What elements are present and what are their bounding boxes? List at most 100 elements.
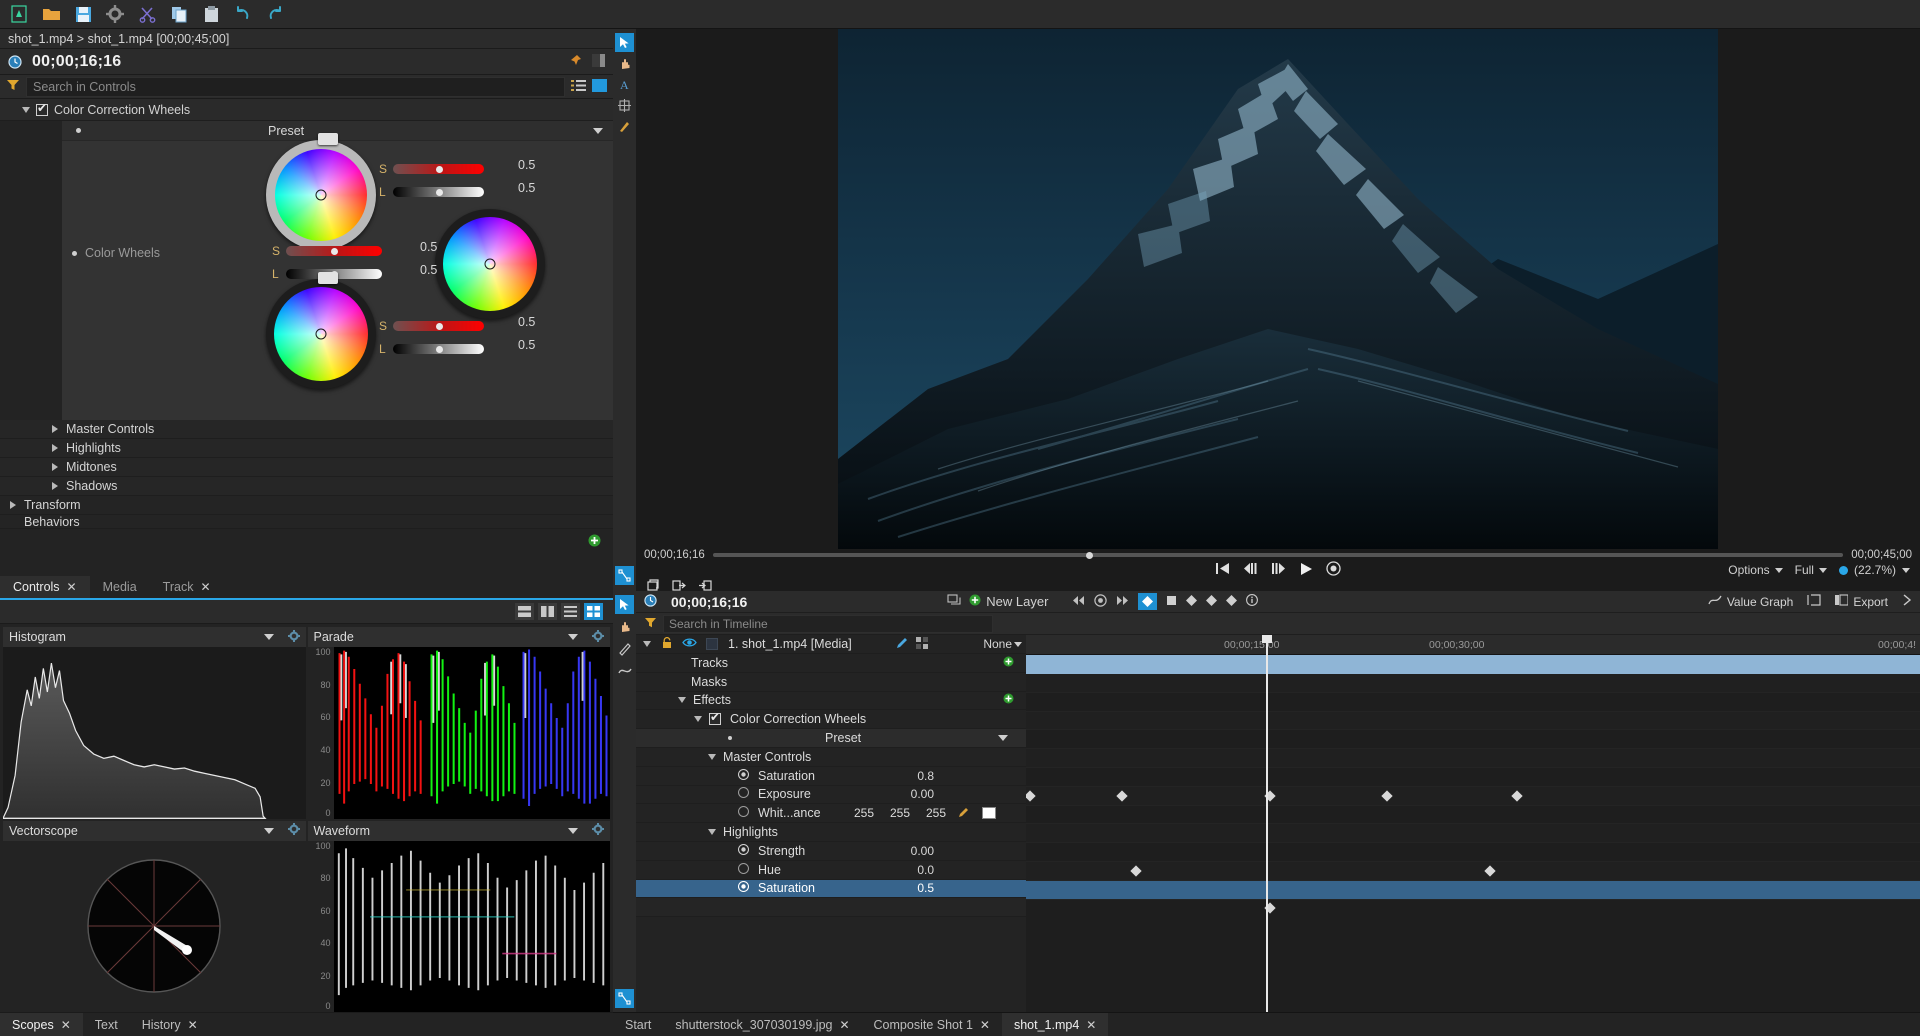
lightness-slider-track[interactable] — [393, 344, 484, 354]
timeline-playhead[interactable] — [1266, 635, 1268, 1012]
slider-l-3-value[interactable]: 0.5 — [518, 338, 535, 352]
close-icon[interactable]: ✕ — [61, 1018, 71, 1032]
hand-pan-icon[interactable] — [615, 54, 634, 73]
pencil-edit-icon[interactable] — [896, 637, 908, 652]
scope-canvas[interactable] — [3, 841, 306, 1012]
keyframe-dot-icon[interactable] — [72, 251, 77, 256]
list-view-icon[interactable] — [571, 79, 586, 95]
slider-l-2-value[interactable]: 0.5 — [420, 263, 437, 277]
timeline-row-highlights[interactable]: Highlights — [636, 823, 1026, 842]
chevron-right-icon[interactable] — [52, 463, 58, 471]
slice-tool-icon[interactable] — [615, 639, 634, 658]
tab-text[interactable]: Text — [83, 1013, 130, 1036]
row-value[interactable]: 0.5 — [917, 881, 934, 895]
tab-track[interactable]: Track ✕ — [150, 576, 224, 598]
keyframe-disabled-icon[interactable] — [738, 863, 749, 877]
tab-composite-shot-1[interactable]: Composite Shot 1 ✕ — [862, 1013, 1002, 1036]
text-tool-icon[interactable]: A — [615, 75, 634, 94]
add-keyframe-icon[interactable] — [1094, 594, 1107, 610]
open-folder-icon[interactable] — [40, 3, 62, 25]
options-dropdown[interactable]: Options — [1728, 563, 1782, 577]
add-effect-button[interactable] — [1003, 693, 1014, 707]
info-icon[interactable] — [1246, 594, 1258, 609]
save-icon[interactable] — [72, 3, 94, 25]
section-midtones[interactable]: Midtones — [0, 458, 613, 477]
wheel-knob[interactable] — [316, 329, 327, 340]
chevron-down-icon[interactable] — [694, 716, 702, 722]
keyframe-hold-icon[interactable] — [1166, 594, 1177, 609]
layer-stack-icon[interactable] — [947, 594, 961, 610]
eyedropper-icon[interactable] — [958, 806, 970, 821]
keyframe-enabled-icon[interactable] — [738, 881, 749, 895]
play-icon[interactable] — [1299, 562, 1313, 579]
playhead-handle[interactable] — [1086, 552, 1093, 559]
gear-icon[interactable] — [288, 630, 300, 645]
chevron-right-icon[interactable] — [52, 425, 58, 433]
tab-shot-1-mp4[interactable]: shot_1.mp4 ✕ — [1002, 1013, 1108, 1036]
chevron-down-icon[interactable] — [708, 754, 716, 760]
breadcrumb[interactable]: shot_1.mp4 > shot_1.mp4 [00;00;45;00] — [0, 29, 613, 49]
redo-icon[interactable] — [264, 3, 286, 25]
color-wheel-highlights[interactable] — [266, 140, 376, 250]
timeline-row-tracks[interactable]: Tracks — [636, 654, 1026, 673]
tab-media[interactable]: Media — [90, 576, 150, 598]
color-wheel-midtones[interactable] — [435, 209, 545, 319]
next-keyframe-icon[interactable] — [1116, 594, 1129, 609]
chevron-down-icon[interactable] — [1819, 568, 1827, 573]
playhead-handle[interactable] — [1262, 635, 1272, 643]
color-swatch[interactable] — [982, 807, 996, 819]
gear-icon[interactable] — [592, 823, 604, 838]
slider-s-1-value[interactable]: 0.5 — [518, 158, 535, 172]
scope-canvas[interactable]: 100 80 60 40 20 0 — [308, 841, 611, 1012]
media-clip-bar[interactable] — [1026, 655, 1920, 674]
chevron-down-icon[interactable] — [1902, 568, 1910, 573]
keyframe-enabled-icon[interactable] — [738, 769, 749, 783]
chevron-down-icon[interactable] — [22, 107, 30, 113]
slider-handle[interactable] — [436, 323, 443, 330]
undo-icon[interactable] — [232, 3, 254, 25]
close-icon[interactable]: ✕ — [200, 580, 210, 594]
timeline-timecode[interactable]: 00;00;16;16 — [671, 594, 747, 610]
quality-dropdown[interactable]: Full — [1795, 563, 1827, 577]
scope-header[interactable]: Parade — [308, 627, 611, 647]
section-behaviors[interactable]: Behaviors — [0, 515, 613, 529]
filter-funnel-icon[interactable] — [644, 616, 657, 632]
filter-funnel-icon[interactable] — [6, 78, 20, 95]
lock-icon[interactable] — [661, 637, 673, 652]
tab-start[interactable]: Start — [613, 1013, 663, 1036]
video-canvas[interactable] — [636, 29, 1920, 549]
slider-s-3[interactable]: S — [379, 319, 484, 333]
slider-handle[interactable] — [436, 166, 443, 173]
chevron-down-icon[interactable] — [1775, 568, 1783, 573]
keyframe-linear-icon[interactable] — [1186, 594, 1197, 609]
tab-shutterstock-image[interactable]: shutterstock_307030199.jpg ✕ — [663, 1013, 861, 1036]
step-forward-icon[interactable] — [1271, 562, 1286, 578]
timeline-row-white-balance[interactable]: Whit...ance 255 255 255 — [636, 804, 1026, 823]
viewer-scrubber[interactable] — [713, 553, 1843, 557]
mask-tool-icon[interactable] — [615, 117, 634, 136]
keyframe-disabled-icon[interactable] — [738, 806, 749, 820]
scope-header[interactable]: Histogram — [3, 627, 306, 647]
saturation-slider-track[interactable] — [393, 164, 484, 174]
close-icon[interactable]: ✕ — [67, 580, 77, 594]
select-arrow-icon[interactable] — [615, 33, 634, 52]
timeline-row-preset[interactable]: Preset — [636, 729, 1026, 748]
timeline-row-color-correction-wheels[interactable]: Color Correction Wheels — [636, 710, 1026, 729]
timeline-row-saturation-master[interactable]: Saturation 0.8 — [636, 767, 1026, 786]
row-value[interactable]: 0.0 — [917, 863, 934, 877]
record-icon[interactable] — [1326, 561, 1341, 579]
effect-enabled-checkbox[interactable] — [709, 713, 721, 725]
slider-s-3-value[interactable]: 0.5 — [518, 315, 535, 329]
timeline-row-effects[interactable]: Effects — [636, 692, 1026, 711]
panel-layout-icon[interactable] — [592, 79, 607, 95]
chevron-down-icon[interactable] — [593, 128, 603, 134]
settings-gear-icon[interactable] — [104, 3, 126, 25]
chevron-down-icon[interactable] — [264, 634, 274, 640]
select-arrow-icon[interactable] — [615, 595, 634, 614]
close-icon[interactable]: ✕ — [839, 1018, 849, 1032]
timeline-layer-row[interactable]: 1. shot_1.mp4 [Media] None — [636, 635, 1026, 654]
tab-controls[interactable]: Controls ✕ — [0, 576, 90, 598]
slider-l-3[interactable]: L — [379, 342, 484, 356]
tab-scopes[interactable]: Scopes ✕ — [0, 1013, 83, 1036]
controls-timecode[interactable]: 00;00;16;16 — [32, 53, 121, 71]
